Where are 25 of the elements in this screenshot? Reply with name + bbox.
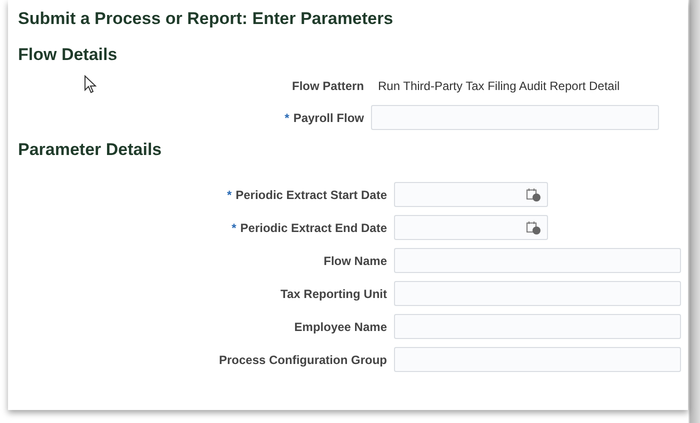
- field-label: Payroll Flow: [293, 110, 364, 124]
- section-heading: Parameter Details: [17, 139, 163, 160]
- date-field[interactable]: [394, 215, 548, 240]
- page-title: Submit a Process or Report: Enter Parameters: [17, 8, 394, 29]
- input-field[interactable]: [394, 248, 681, 273]
- calendar-icon[interactable]: [526, 188, 541, 202]
- field-label: Periodic Extract End Date: [240, 220, 387, 234]
- input-field[interactable]: [394, 281, 681, 306]
- required-icon: *: [284, 110, 290, 124]
- required-icon: *: [226, 188, 232, 202]
- field-label: Employee Name: [294, 320, 387, 334]
- field-label: Flow Name: [324, 254, 387, 268]
- required-icon: *: [232, 220, 236, 234]
- field-label: Flow Pattern: [292, 78, 364, 92]
- date-field[interactable]: [394, 182, 548, 207]
- field-label: Periodic Extract Start Date: [236, 188, 387, 202]
- field-label: Process Configuration Group: [218, 352, 387, 366]
- calendar-icon[interactable]: [526, 221, 541, 235]
- field-label: Tax Reporting Unit: [280, 286, 387, 300]
- mouse-pointer-icon: [84, 75, 97, 94]
- field-value: Run Third-Party Tax Filing Audit Report Detail: [378, 78, 620, 92]
- input-field[interactable]: [394, 347, 681, 372]
- section-heading: Flow Details: [17, 44, 118, 65]
- input-field[interactable]: [394, 314, 681, 339]
- input-field[interactable]: [371, 105, 659, 130]
